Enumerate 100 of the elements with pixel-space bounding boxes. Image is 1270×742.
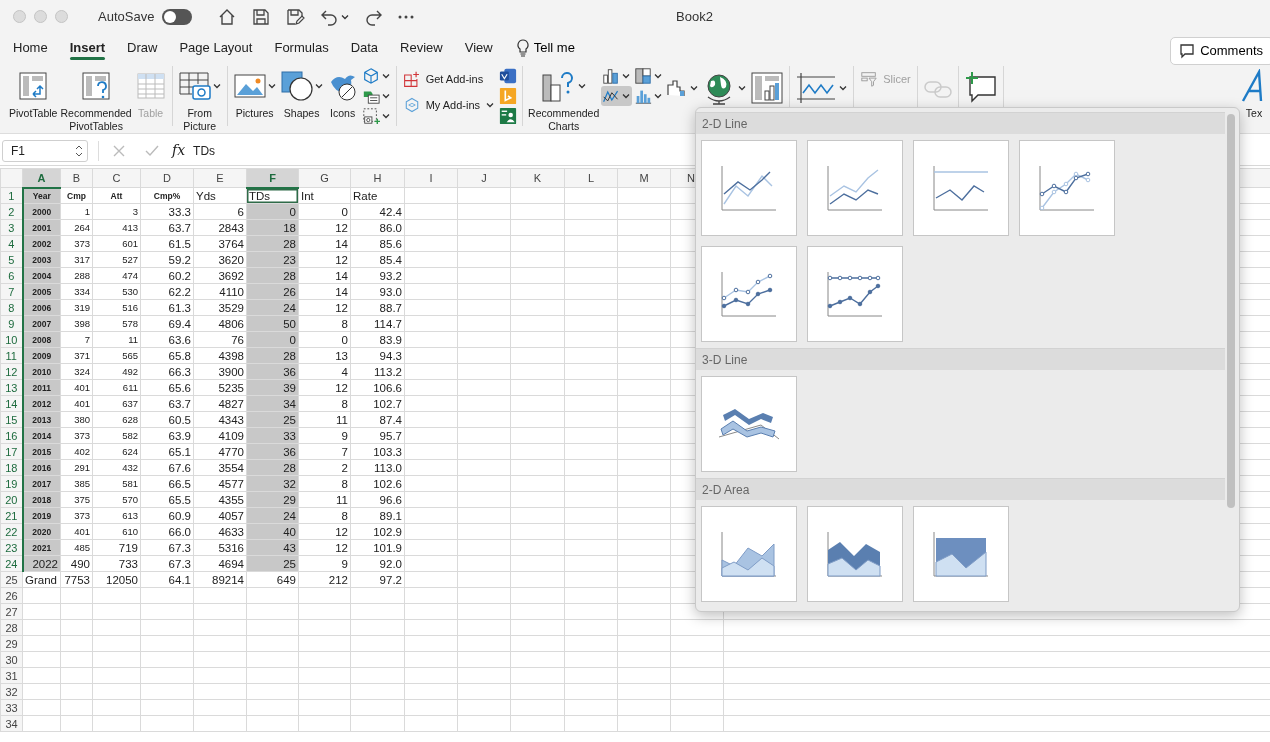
column-letter[interactable]: N bbox=[687, 171, 695, 185]
chart-type-option[interactable] bbox=[701, 506, 797, 602]
data-value: 60.2 bbox=[140, 267, 194, 284]
ribbon-tab[interactable]: Draw bbox=[118, 33, 167, 62]
data-value: 92.0 bbox=[350, 555, 405, 572]
column-letter[interactable]: M bbox=[639, 171, 649, 185]
data-value: 649 bbox=[246, 571, 299, 588]
ribbon-button[interactable]: Shapes bbox=[278, 66, 325, 122]
data-value: 0 bbox=[298, 331, 351, 348]
data-value: Grand bbox=[22, 571, 61, 588]
ribbon-icon-button[interactable] bbox=[360, 106, 392, 126]
data-value: 67.3 bbox=[140, 539, 194, 556]
ribbon-icon-button[interactable] bbox=[498, 106, 519, 126]
data-value: 61.3 bbox=[140, 299, 194, 316]
data-value: 12 bbox=[298, 539, 351, 556]
data-value: 12 bbox=[298, 379, 351, 396]
data-value: 63.6 bbox=[140, 331, 194, 348]
chart-type-option[interactable] bbox=[913, 506, 1009, 602]
column-letter[interactable]: G bbox=[320, 171, 329, 185]
chart-type-option[interactable] bbox=[701, 376, 797, 472]
data-value: 67.6 bbox=[140, 459, 194, 476]
scrollbar-thumb[interactable] bbox=[1227, 114, 1235, 508]
data-value: 4057 bbox=[193, 507, 247, 524]
ribbon-icon-button[interactable] bbox=[601, 86, 633, 106]
ribbon-button[interactable]: Tex bbox=[1238, 66, 1270, 122]
tell-me-button[interactable]: Tell me bbox=[509, 36, 581, 59]
data-value: 373 bbox=[60, 235, 93, 252]
data-value: 63.7 bbox=[140, 219, 194, 236]
data-value: 95.7 bbox=[350, 427, 405, 444]
caret-icon bbox=[485, 100, 496, 110]
ribbon-button[interactable]: Recommended PivotTables bbox=[59, 66, 133, 134]
column-letter[interactable]: K bbox=[533, 171, 542, 185]
data-value: 87.4 bbox=[350, 411, 405, 428]
data-value: 14 bbox=[298, 283, 351, 300]
floppy-pencil-icon bbox=[285, 6, 306, 27]
ribbon-button[interactable]: My Add-ins bbox=[400, 92, 498, 118]
table-camera-icon bbox=[177, 70, 212, 102]
data-value: 86.0 bbox=[350, 219, 405, 236]
data-value: 60.9 bbox=[140, 507, 194, 524]
data-value: 12 bbox=[298, 219, 351, 236]
ribbon-button[interactable]: Pictures bbox=[231, 66, 278, 122]
data-value: 719 bbox=[92, 539, 141, 556]
caret-icon bbox=[737, 83, 748, 93]
data-value: 530 bbox=[92, 283, 141, 300]
data-value: 65.5 bbox=[140, 491, 194, 508]
data-value: 565 bbox=[92, 347, 141, 364]
ribbon-tab[interactable]: View bbox=[455, 33, 502, 62]
more-icon bbox=[398, 14, 415, 19]
column-letter[interactable]: C bbox=[112, 171, 121, 185]
screenshot-icon bbox=[361, 107, 380, 125]
column-letter[interactable]: L bbox=[587, 171, 595, 185]
field-header: Yds bbox=[193, 187, 247, 204]
data-value: 102.6 bbox=[350, 475, 405, 492]
ribbon-icon-button[interactable] bbox=[498, 66, 519, 86]
column-letter[interactable]: D bbox=[163, 171, 171, 185]
ribbon-button[interactable]: From Picture bbox=[176, 66, 223, 134]
data-value: 3529 bbox=[193, 299, 247, 316]
column-letter[interactable]: E bbox=[216, 171, 224, 185]
data-value: 65.8 bbox=[140, 347, 194, 364]
data-value: 3764 bbox=[193, 235, 247, 252]
ribbon-button[interactable]: PivotTable bbox=[8, 66, 59, 122]
name-box[interactable]: F1 bbox=[2, 139, 88, 162]
caret-icon bbox=[211, 81, 222, 91]
data-value: 12 bbox=[298, 251, 351, 268]
data-value: 485 bbox=[60, 539, 93, 556]
pivot-chart-icon bbox=[750, 71, 785, 105]
new-comment-icon bbox=[963, 71, 998, 105]
autosave-toggle[interactable] bbox=[162, 8, 193, 25]
ribbon-button[interactable]: Recommended Charts bbox=[527, 66, 601, 134]
ribbon-button[interactable]: Get Add-ins bbox=[400, 66, 498, 92]
data-value: 12050 bbox=[92, 571, 141, 588]
ribbon-tab[interactable]: Formulas bbox=[265, 33, 338, 62]
chart-type-option[interactable] bbox=[807, 506, 903, 602]
data-value: 66.0 bbox=[140, 523, 194, 540]
data-value: 13 bbox=[298, 347, 351, 364]
ribbon-tab[interactable]: Home bbox=[4, 33, 57, 62]
data-value: 8 bbox=[298, 507, 351, 524]
ribbon-tab[interactable]: Data bbox=[341, 33, 388, 62]
column-letter[interactable]: J bbox=[481, 171, 487, 185]
area-chart-icon bbox=[932, 530, 990, 578]
ribbon-tab[interactable]: Insert bbox=[60, 33, 115, 62]
data-value: 94.3 bbox=[350, 347, 405, 364]
column-letter[interactable]: A bbox=[37, 170, 46, 185]
column-letter[interactable]: B bbox=[72, 171, 81, 185]
ribbon-tab[interactable]: Page Layout bbox=[170, 33, 262, 62]
ribbon-button[interactable]: Icons bbox=[325, 66, 360, 122]
column-letter[interactable]: H bbox=[373, 171, 382, 185]
column-letter[interactable]: F bbox=[269, 170, 276, 185]
function-button[interactable]: fx bbox=[172, 140, 186, 161]
data-value: 103.3 bbox=[350, 443, 405, 460]
column-letter[interactable]: I bbox=[429, 171, 433, 185]
ribbon-tab[interactable]: Review bbox=[391, 33, 452, 62]
data-value: 6 bbox=[193, 203, 247, 220]
treemap-icon bbox=[634, 67, 653, 85]
comments-button[interactable]: Comments bbox=[1170, 37, 1270, 65]
field-header: Int bbox=[298, 187, 351, 204]
chart-type-option[interactable] bbox=[807, 246, 903, 342]
chart-type-option[interactable] bbox=[701, 246, 797, 342]
pivot-table-icon bbox=[17, 70, 50, 102]
window-title: Book2 bbox=[676, 7, 713, 26]
